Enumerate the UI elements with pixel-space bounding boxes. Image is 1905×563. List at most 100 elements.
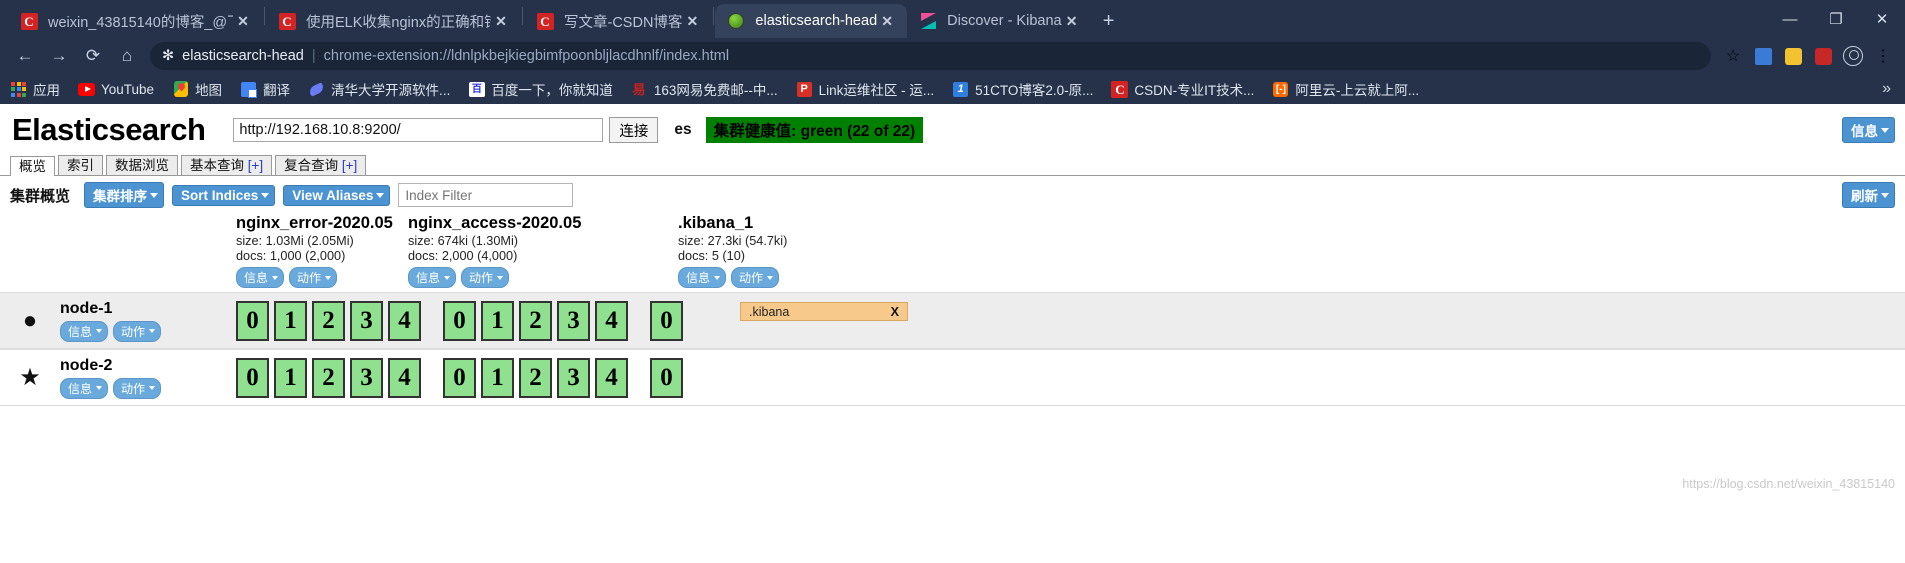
shard[interactable]: 1 <box>481 300 514 341</box>
reload-icon[interactable]: ⟳ <box>76 41 110 71</box>
shard[interactable]: 0 <box>650 300 683 341</box>
home-icon[interactable]: ⌂ <box>110 41 144 71</box>
cluster-url-input[interactable] <box>233 118 604 142</box>
browser-tab-4[interactable]: Discover - Kibana ✕ <box>907 4 1091 38</box>
bookmark-netease[interactable]: 易 163网易免费邮--中... <box>631 79 777 99</box>
info-button[interactable]: 信息 <box>1842 117 1895 143</box>
shard[interactable]: 1 <box>274 357 307 398</box>
back-icon[interactable]: ← <box>8 41 42 71</box>
node-info-button[interactable]: 信息 <box>60 377 109 399</box>
close-icon[interactable]: ✕ <box>491 13 511 30</box>
netease-icon: 易 <box>632 81 646 97</box>
index-info-button[interactable]: 信息 <box>236 267 285 288</box>
shard[interactable]: 3 <box>557 357 590 398</box>
extension-puzzle-icon[interactable] <box>1779 42 1807 70</box>
browser-tab-3[interactable]: elasticsearch-head ✕ <box>715 4 908 38</box>
tab-title: elasticsearch-head <box>755 13 878 29</box>
shard[interactable]: 0 <box>650 357 683 398</box>
shard[interactable]: 1 <box>274 300 307 341</box>
bookmark-youtube[interactable]: YouTube <box>78 81 154 98</box>
close-icon[interactable]: ✕ <box>233 13 253 30</box>
bookmark-tuna[interactable]: 清华大学开源软件... <box>307 79 450 99</box>
connect-button[interactable]: 连接 <box>609 117 659 143</box>
extension-red-icon[interactable] <box>1809 42 1837 70</box>
shard[interactable]: 4 <box>595 300 628 341</box>
shard[interactable]: 3 <box>350 357 383 398</box>
index-filter-input[interactable] <box>398 183 574 207</box>
shard-group-kibana: 0 <box>650 357 683 398</box>
link-icon: P <box>796 81 813 98</box>
shard[interactable]: 1 <box>481 357 514 398</box>
shard[interactable]: 2 <box>519 357 552 398</box>
shard[interactable]: 0 <box>236 300 269 341</box>
bookmark-label: 51CTO博客2.0-原... <box>975 83 1094 98</box>
shard[interactable]: 2 <box>519 300 552 341</box>
shard[interactable]: 2 <box>312 300 345 341</box>
tab-label: 概览 <box>19 159 46 174</box>
forward-icon[interactable]: → <box>42 41 76 71</box>
bookmark-51cto[interactable]: 1 51CTO博客2.0-原... <box>952 79 1093 99</box>
sort-cluster-button[interactable]: 集群排序 <box>84 182 165 208</box>
tab-data-browse[interactable]: 数据浏览 <box>106 155 178 175</box>
refresh-button[interactable]: 刷新 <box>1842 182 1895 208</box>
alias-remove-icon[interactable]: X <box>891 305 899 319</box>
shard[interactable]: 0 <box>236 357 269 398</box>
bookmarks-overflow-icon[interactable]: » <box>1882 80 1895 98</box>
index-actions: 信息 动作 <box>236 267 408 288</box>
new-tab-button[interactable]: + <box>1092 4 1126 38</box>
shard[interactable]: 3 <box>350 300 383 341</box>
shard-group-nginx-access: 0 1 2 3 4 <box>443 300 628 341</box>
index-action-button[interactable]: 动作 <box>731 267 780 288</box>
index-action-button[interactable]: 动作 <box>461 267 510 288</box>
address-bar[interactable]: ✻ elasticsearch-head | chrome-extension:… <box>150 42 1711 70</box>
shard-group-nginx-error: 0 1 2 3 4 <box>236 357 421 398</box>
tab-basic-query[interactable]: 基本查询 [+] <box>181 155 273 175</box>
shard[interactable]: 0 <box>443 357 476 398</box>
shard[interactable]: 4 <box>388 357 421 398</box>
avatar[interactable] <box>1839 42 1867 70</box>
browser-tab-2[interactable]: C 写文章-CSDN博客 ✕ <box>524 4 712 38</box>
cto51-icon: 1 <box>952 81 969 98</box>
bookmark-baidu[interactable]: 百 百度一下，你就知道 <box>468 79 613 99</box>
close-icon[interactable]: ✕ <box>682 13 702 30</box>
shard[interactable]: 4 <box>388 300 421 341</box>
browser-tab-0[interactable]: C weixin_43815140的博客_@下— ✕ <box>8 4 263 38</box>
minimize-button[interactable]: — <box>1767 0 1813 38</box>
shard-group-nginx-error: 0 1 2 3 4 <box>236 300 421 341</box>
shard[interactable]: 3 <box>557 300 590 341</box>
tab-overview[interactable]: 概览 <box>10 156 55 176</box>
header-info-menu: 信息 <box>1842 117 1895 143</box>
tab-indices[interactable]: 索引 <box>58 155 103 175</box>
bookmark-translate[interactable]: 翻译 <box>240 79 290 99</box>
node-info-button[interactable]: 信息 <box>60 320 109 342</box>
view-aliases-button[interactable]: View Aliases <box>283 184 391 206</box>
close-window-button[interactable]: ✕ <box>1859 0 1905 38</box>
shard[interactable]: 2 <box>312 357 345 398</box>
bookmark-csdn[interactable]: C CSDN-专业IT技术... <box>1111 79 1254 99</box>
bookmark-link[interactable]: P Link运维社区 - 运... <box>796 79 934 99</box>
index-info-button[interactable]: 信息 <box>678 267 727 288</box>
index-info-button[interactable]: 信息 <box>408 267 457 288</box>
index-action-button[interactable]: 动作 <box>289 267 338 288</box>
bookmark-maps[interactable]: 地图 <box>172 79 222 99</box>
chrome-menu-icon[interactable]: ⋮ <box>1869 42 1897 70</box>
sort-indices-button[interactable]: Sort Indices <box>172 184 276 206</box>
bookmark-star-icon[interactable]: ☆ <box>1719 42 1747 70</box>
bookmark-label: 地图 <box>195 83 223 98</box>
node-row: ● node-1 信息 动作 0 1 2 3 4 0 1 2 3 4 0 <box>0 292 1905 349</box>
close-icon[interactable]: ✕ <box>1062 13 1082 30</box>
maximize-button[interactable]: ❐ <box>1813 0 1859 38</box>
close-icon[interactable]: ✕ <box>877 13 897 30</box>
bookmark-apps[interactable]: 应用 <box>10 79 60 99</box>
bookmark-label: 阿里云-上云就上阿... <box>1295 83 1420 98</box>
shard[interactable]: 0 <box>443 300 476 341</box>
browser-tab-1[interactable]: C 使用ELK收集nginx的正确和错误 ✕ <box>266 4 521 38</box>
tab-composite-query[interactable]: 复合查询 [+] <box>275 155 367 175</box>
shard[interactable]: 4 <box>595 357 628 398</box>
index-docs: docs: 1,000 (2,000) <box>236 249 346 263</box>
node-action-button[interactable]: 动作 <box>113 377 162 399</box>
bookmark-label: 百度一下，你就知道 <box>491 83 613 98</box>
bookmark-aliyun[interactable]: [-] 阿里云-上云就上阿... <box>1272 79 1419 99</box>
node-action-button[interactable]: 动作 <box>113 320 162 342</box>
translate-extension-icon[interactable] <box>1749 42 1777 70</box>
